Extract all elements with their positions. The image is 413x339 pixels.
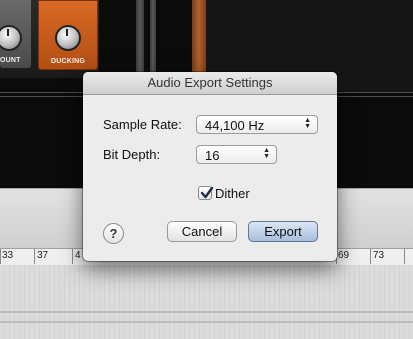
popup-arrows-icon: ▲ ▼ xyxy=(304,117,311,130)
track-separator xyxy=(0,321,413,323)
plugin-label-ducking: DUCKING xyxy=(50,58,86,65)
ruler-tick xyxy=(404,249,405,264)
sample-rate-popup[interactable]: 44,100 Hz ▲ ▼ xyxy=(196,115,318,134)
bit-depth-value: 16 xyxy=(205,148,220,163)
ruler-bar-number: 73 xyxy=(373,250,385,261)
plugin-label-count: OUNT xyxy=(0,57,21,64)
ducking-plugin[interactable]: DUCKING xyxy=(38,0,98,70)
ducking-knob[interactable] xyxy=(55,25,81,51)
cancel-button[interactable]: Cancel xyxy=(167,221,237,242)
sample-rate-value: 44,100 Hz xyxy=(205,118,265,133)
plugin-rack-panel: OUNT DUCKING xyxy=(0,0,99,78)
help-button[interactable]: ? xyxy=(103,223,124,244)
ruler-bar-number: 4 xyxy=(75,250,81,261)
popup-arrows-icon: ▲ ▼ xyxy=(263,147,270,160)
count-knob[interactable] xyxy=(0,25,22,51)
checkmark-icon xyxy=(200,186,214,199)
sample-rate-label: Sample Rate: xyxy=(103,117,182,132)
dither-checkbox[interactable] xyxy=(198,186,214,200)
dither-label: Dither xyxy=(215,186,250,201)
ruler-tick xyxy=(72,249,73,264)
ruler-tick xyxy=(34,249,35,264)
audio-export-dialog: Audio Export Settings Sample Rate: 44,10… xyxy=(83,72,337,261)
ruler-tick xyxy=(370,249,371,264)
ruler-bar-number: 69 xyxy=(338,250,350,261)
track-lanes[interactable] xyxy=(0,265,413,339)
ruler-bar-number: 33 xyxy=(2,250,14,261)
ruler-bar-number: 37 xyxy=(37,250,49,261)
bit-depth-popup[interactable]: 16 ▲ ▼ xyxy=(196,145,277,164)
track-separator xyxy=(0,311,413,313)
bit-depth-label: Bit Depth: xyxy=(103,147,161,162)
dialog-title: Audio Export Settings xyxy=(83,72,337,95)
export-button[interactable]: Export xyxy=(248,221,318,242)
ruler-tick xyxy=(0,249,1,264)
compressor-plugin[interactable]: OUNT xyxy=(0,0,31,68)
